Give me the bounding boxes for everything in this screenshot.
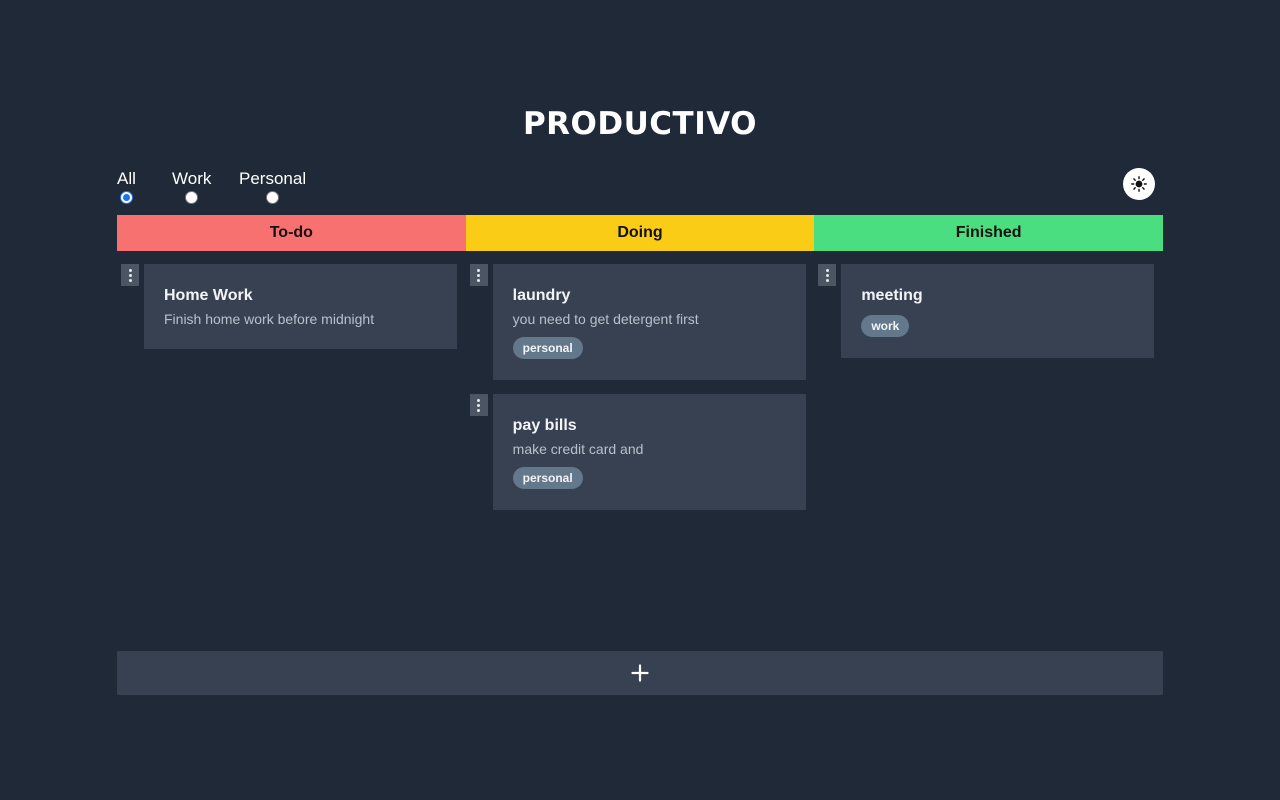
card-wrapper: meeting work [814,264,1163,358]
sun-icon [1131,176,1147,192]
drag-handle-icon[interactable] [818,264,837,286]
card-title: meeting [861,287,923,304]
card-tag: personal [512,467,583,489]
card-description: make credit card and [512,441,644,457]
drag-handle-icon[interactable] [469,264,488,286]
task-card[interactable]: Home Work Finish home work before midnig… [144,264,457,349]
plus-icon [631,664,649,682]
filter-all-label: All [117,169,136,188]
card-description: you need to get detergent first [512,311,699,327]
card-wrapper: pay bills make credit card and personal [466,394,815,510]
card-tag: personal [512,337,583,359]
filter-personal-label: Personal [239,169,307,188]
card-wrapper: Home Work Finish home work before midnig… [117,264,466,349]
filter-all-radio[interactable] [119,191,133,204]
task-card[interactable]: pay bills make credit card and personal [492,394,806,510]
filter-personal[interactable]: Personal [239,169,306,204]
app-title: PRODUCTIVO [522,106,758,142]
card-title: Home Work [164,287,253,304]
card-title: laundry [512,287,571,304]
kanban-board: To-do Doing Finished Home Work Finish ho… [117,215,1163,510]
column-finished: meeting work [814,264,1163,372]
column-doing: laundry you need to get detergent first … [466,264,815,524]
theme-toggle-button[interactable] [1123,168,1155,200]
filter-work-label: Work [172,169,212,188]
column-header-finished: Finished [814,215,1163,251]
filter-work-radio[interactable] [185,191,199,204]
card-wrapper: laundry you need to get detergent first … [466,264,815,380]
add-task-button[interactable] [117,651,1163,695]
column-todo: Home Work Finish home work before midnig… [117,264,466,363]
card-description: Finish home work before midnight [164,311,375,327]
drag-handle-icon[interactable] [121,264,139,286]
filter-all[interactable]: All [117,169,136,204]
card-title: pay bills [512,417,577,434]
filter-personal-radio[interactable] [266,191,280,204]
card-tag: work [861,315,910,337]
column-header-todo: To-do [117,215,466,251]
task-card[interactable]: laundry you need to get detergent first … [492,264,806,380]
task-card[interactable]: meeting work [841,264,1155,358]
drag-handle-icon[interactable] [469,394,488,416]
column-header-doing: Doing [465,215,815,251]
filter-work[interactable]: Work [172,169,211,204]
